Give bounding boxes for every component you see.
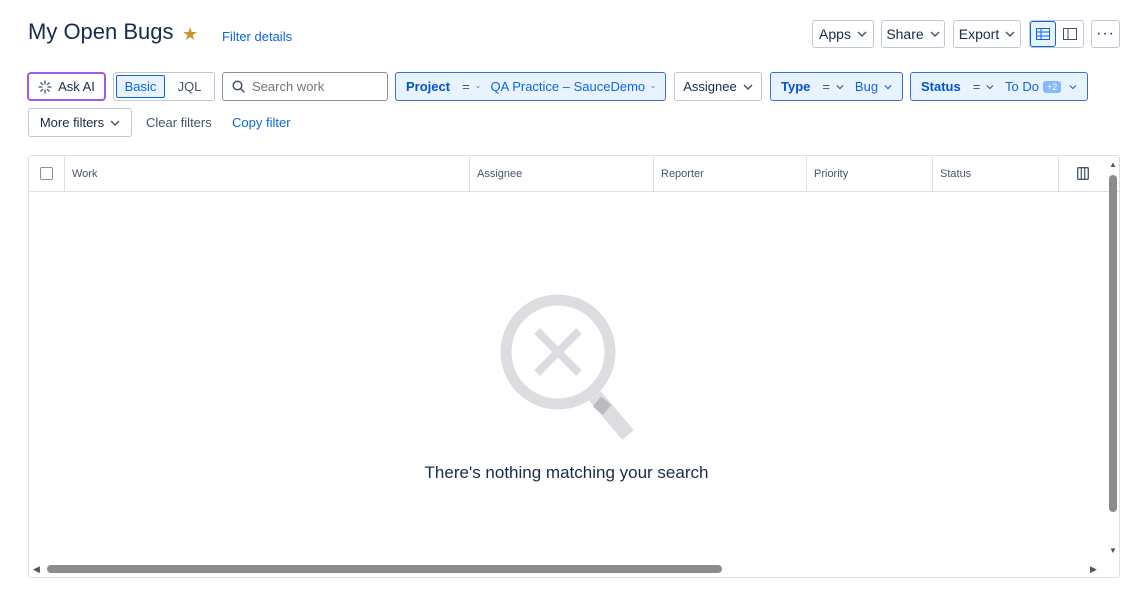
project-filter[interactable]: Project = QA Practice – SauceDemo [395,72,666,101]
column-picker-button[interactable] [1059,156,1106,191]
more-filters-label: More filters [39,115,105,130]
more-filters-button[interactable]: More filters [28,108,132,137]
chevron-down-icon [1069,84,1077,89]
chevron-down-icon [651,85,655,88]
search-field[interactable] [252,79,380,94]
view-toggle[interactable] [1029,20,1084,48]
export-label: Export [958,26,1000,42]
more-icon: ··· [1096,25,1115,42]
more-actions-button[interactable]: ··· [1091,20,1120,48]
search-input[interactable] [222,72,388,101]
split-view-icon [1063,28,1077,40]
chevron-down-icon [1005,31,1015,37]
vertical-scrollbar[interactable]: ▲ ▼ [1106,156,1119,556]
jql-mode-button[interactable]: JQL [167,75,212,98]
project-filter-name: Project [406,79,451,94]
page-title: My Open Bugs [28,19,174,44]
apps-label: Apps [819,26,851,42]
ask-ai-label: Ask AI [58,79,95,94]
column-header-work[interactable]: Work [65,156,470,191]
apps-button[interactable]: Apps [812,20,874,48]
chevron-down-icon [743,84,753,90]
assignee-filter-button[interactable]: Assignee [674,72,762,101]
no-results-magnifier-icon [500,294,634,440]
status-filter-name: Status [921,79,961,94]
chevron-down-icon [110,120,120,126]
chevron-down-icon [986,84,994,89]
horizontal-scrollbar[interactable]: ◀ ▶ [29,562,1106,577]
ask-ai-button[interactable]: Ask AI [27,72,106,101]
type-filter[interactable]: Type = Bug [770,72,903,101]
clear-filters-button[interactable]: Clear filters [146,115,212,130]
list-view-button[interactable] [1030,21,1056,47]
export-button[interactable]: Export [953,20,1021,48]
table-view-icon [1036,28,1050,40]
column-header-status[interactable]: Status [933,156,1059,191]
type-filter-name: Type [781,79,811,94]
share-label: Share [886,26,924,42]
column-header-priority[interactable]: Priority [807,156,933,191]
scroll-down-arrow-icon[interactable]: ▼ [1109,546,1117,555]
status-filter-value: To Do [1005,79,1040,94]
column-header-reporter[interactable]: Reporter [654,156,807,191]
star-icon[interactable]: ★ [182,24,198,45]
type-filter-value: Bug [854,79,879,94]
status-filter-operator: = [972,79,981,94]
ai-sparkle-icon [38,79,52,94]
column-header-assignee[interactable]: Assignee [470,156,654,191]
status-filter-count-badge: +2 [1043,80,1062,93]
chevron-down-icon [836,84,844,89]
vertical-scroll-thumb[interactable] [1109,175,1117,512]
share-button[interactable]: Share [881,20,945,48]
chevron-down-icon [930,31,940,37]
query-mode-toggle[interactable]: Basic JQL [113,72,215,101]
select-all-checkbox[interactable] [40,167,53,180]
scroll-left-arrow-icon[interactable]: ◀ [33,564,40,575]
empty-state-message: There's nothing matching your search [424,463,709,482]
basic-mode-button[interactable]: Basic [116,75,165,98]
project-filter-value: QA Practice – SauceDemo [490,79,646,94]
detail-view-button[interactable] [1057,21,1083,47]
project-filter-operator: = [462,79,470,94]
scroll-right-arrow-icon[interactable]: ▶ [1090,564,1097,575]
search-icon [232,80,245,93]
chevron-down-icon [475,85,480,88]
filter-details-link[interactable]: Filter details [222,29,292,44]
chevron-down-icon [884,84,892,89]
table-header-row: Work Assignee Reporter Priority Status [29,156,1119,192]
chevron-down-icon [857,31,867,37]
status-filter[interactable]: Status = To Do +2 [910,72,1088,101]
scroll-up-arrow-icon[interactable]: ▲ [1109,160,1117,169]
columns-icon [1076,167,1089,180]
copy-filter-link[interactable]: Copy filter [232,115,291,130]
assignee-filter-label: Assignee [683,79,737,94]
horizontal-scroll-thumb[interactable] [47,565,722,573]
type-filter-operator: = [822,79,830,94]
select-all-cell [29,156,65,191]
